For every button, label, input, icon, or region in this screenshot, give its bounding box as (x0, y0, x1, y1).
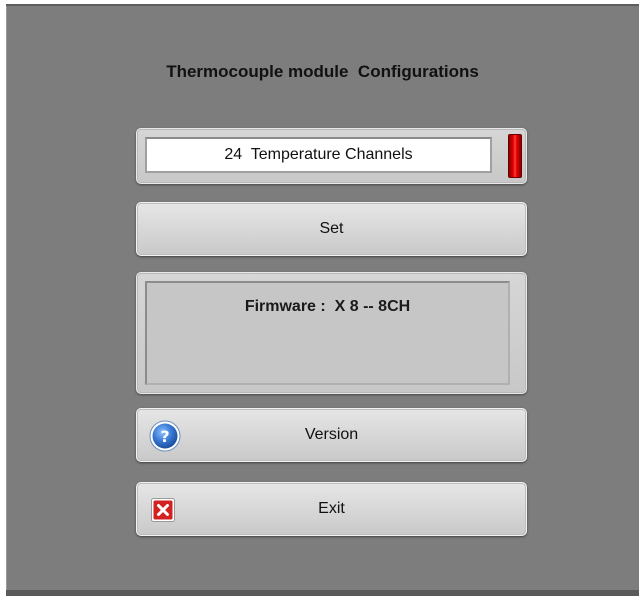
set-button-label: Set (319, 220, 344, 237)
version-button[interactable]: ? Version (136, 408, 527, 462)
window-bottom-edge (6, 590, 639, 596)
window-title: Thermocouple module Configurations (166, 62, 479, 81)
config-window: Thermocouple module Configurations 24 Te… (6, 4, 639, 596)
channels-field[interactable]: 24 Temperature Channels (145, 137, 492, 173)
status-indicator-led (508, 134, 522, 178)
version-button-label: Version (304, 426, 359, 443)
set-button[interactable]: Set (136, 202, 527, 256)
firmware-panel: Firmware : X 8 -- 8CH (136, 272, 527, 394)
firmware-text: Firmware : X 8 -- 8CH (244, 298, 411, 315)
firmware-display: Firmware : X 8 -- 8CH (145, 281, 510, 385)
exit-button-label: Exit (318, 500, 345, 517)
exit-button[interactable]: Exit (136, 482, 527, 536)
window-top-edge (6, 4, 639, 6)
channels-panel: 24 Temperature Channels (136, 128, 527, 184)
